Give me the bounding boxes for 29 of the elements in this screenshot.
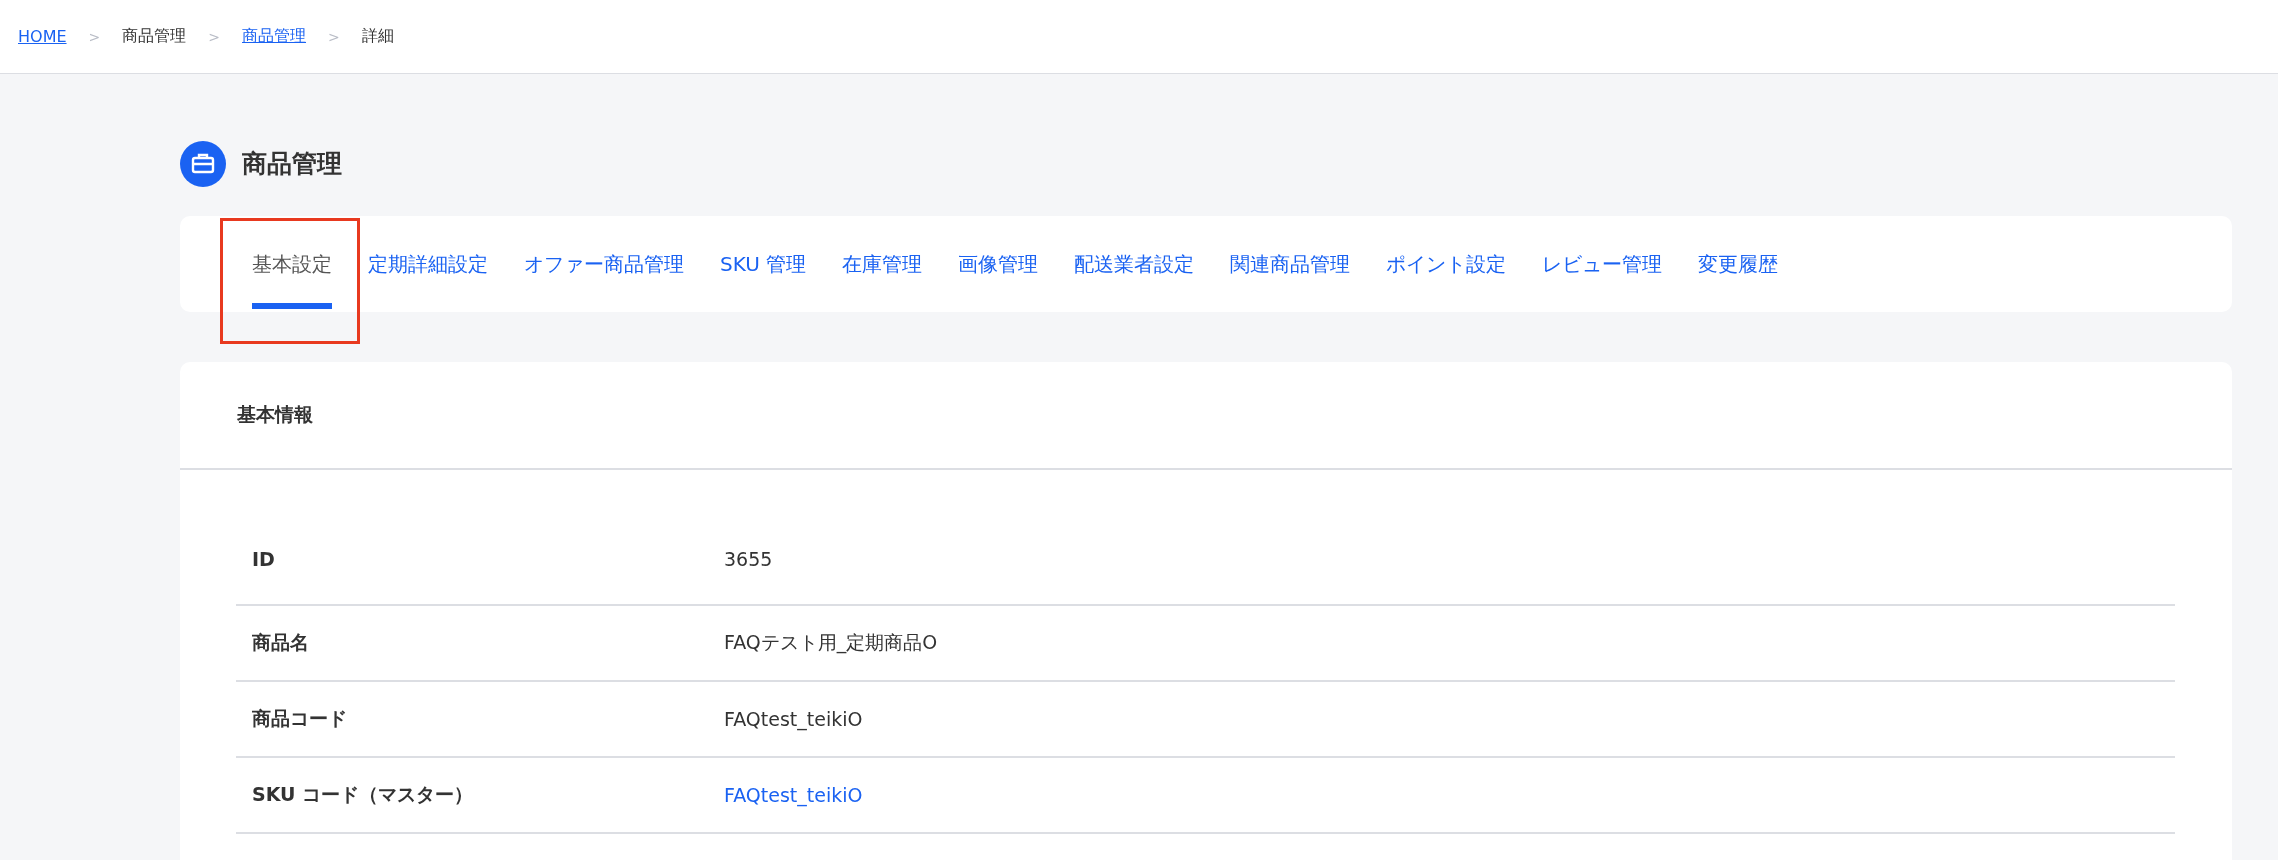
- tab[interactable]: 画像管理: [958, 216, 1039, 312]
- tab[interactable]: レビュー管理: [1542, 216, 1663, 312]
- page-title: 商品管理: [242, 148, 342, 180]
- field-value: FAQテスト用_定期商品O: [724, 630, 938, 656]
- tab[interactable]: 基本設定: [252, 216, 332, 312]
- breadcrumb-item: 詳細: [361, 26, 394, 47]
- field-label: ID: [252, 548, 275, 570]
- tab[interactable]: 定期詳細設定: [368, 216, 488, 312]
- tab[interactable]: 配送業者設定: [1074, 216, 1195, 312]
- section-title: 基本情報: [180, 362, 2232, 470]
- field-value: 3655: [724, 548, 773, 570]
- tab[interactable]: 在庫管理: [842, 216, 923, 312]
- tab[interactable]: 関連商品管理: [1230, 216, 1351, 312]
- briefcase-icon: [180, 140, 226, 187]
- tab[interactable]: ポイント設定: [1386, 216, 1507, 312]
- breadcrumb-separator: >: [328, 28, 340, 45]
- value-link[interactable]: FAQtest_teikiO: [724, 784, 863, 806]
- breadcrumb-separator: >: [88, 28, 101, 45]
- field-label: SKU コード（マスター）: [252, 782, 474, 807]
- tab[interactable]: SKU 管理: [720, 216, 807, 312]
- field-label: 商品名: [252, 630, 309, 655]
- breadcrumb-separator: >: [208, 28, 220, 45]
- field-label: 商品コード: [252, 706, 347, 731]
- breadcrumb-link[interactable]: 商品管理: [242, 26, 306, 47]
- field-value: FAQtest_teikiO: [724, 708, 863, 730]
- tab[interactable]: オファー商品管理: [524, 216, 684, 312]
- tab[interactable]: 変更履歴: [1698, 216, 1779, 312]
- breadcrumb-item: 商品管理: [122, 26, 187, 47]
- breadcrumb-link[interactable]: HOME: [18, 27, 67, 46]
